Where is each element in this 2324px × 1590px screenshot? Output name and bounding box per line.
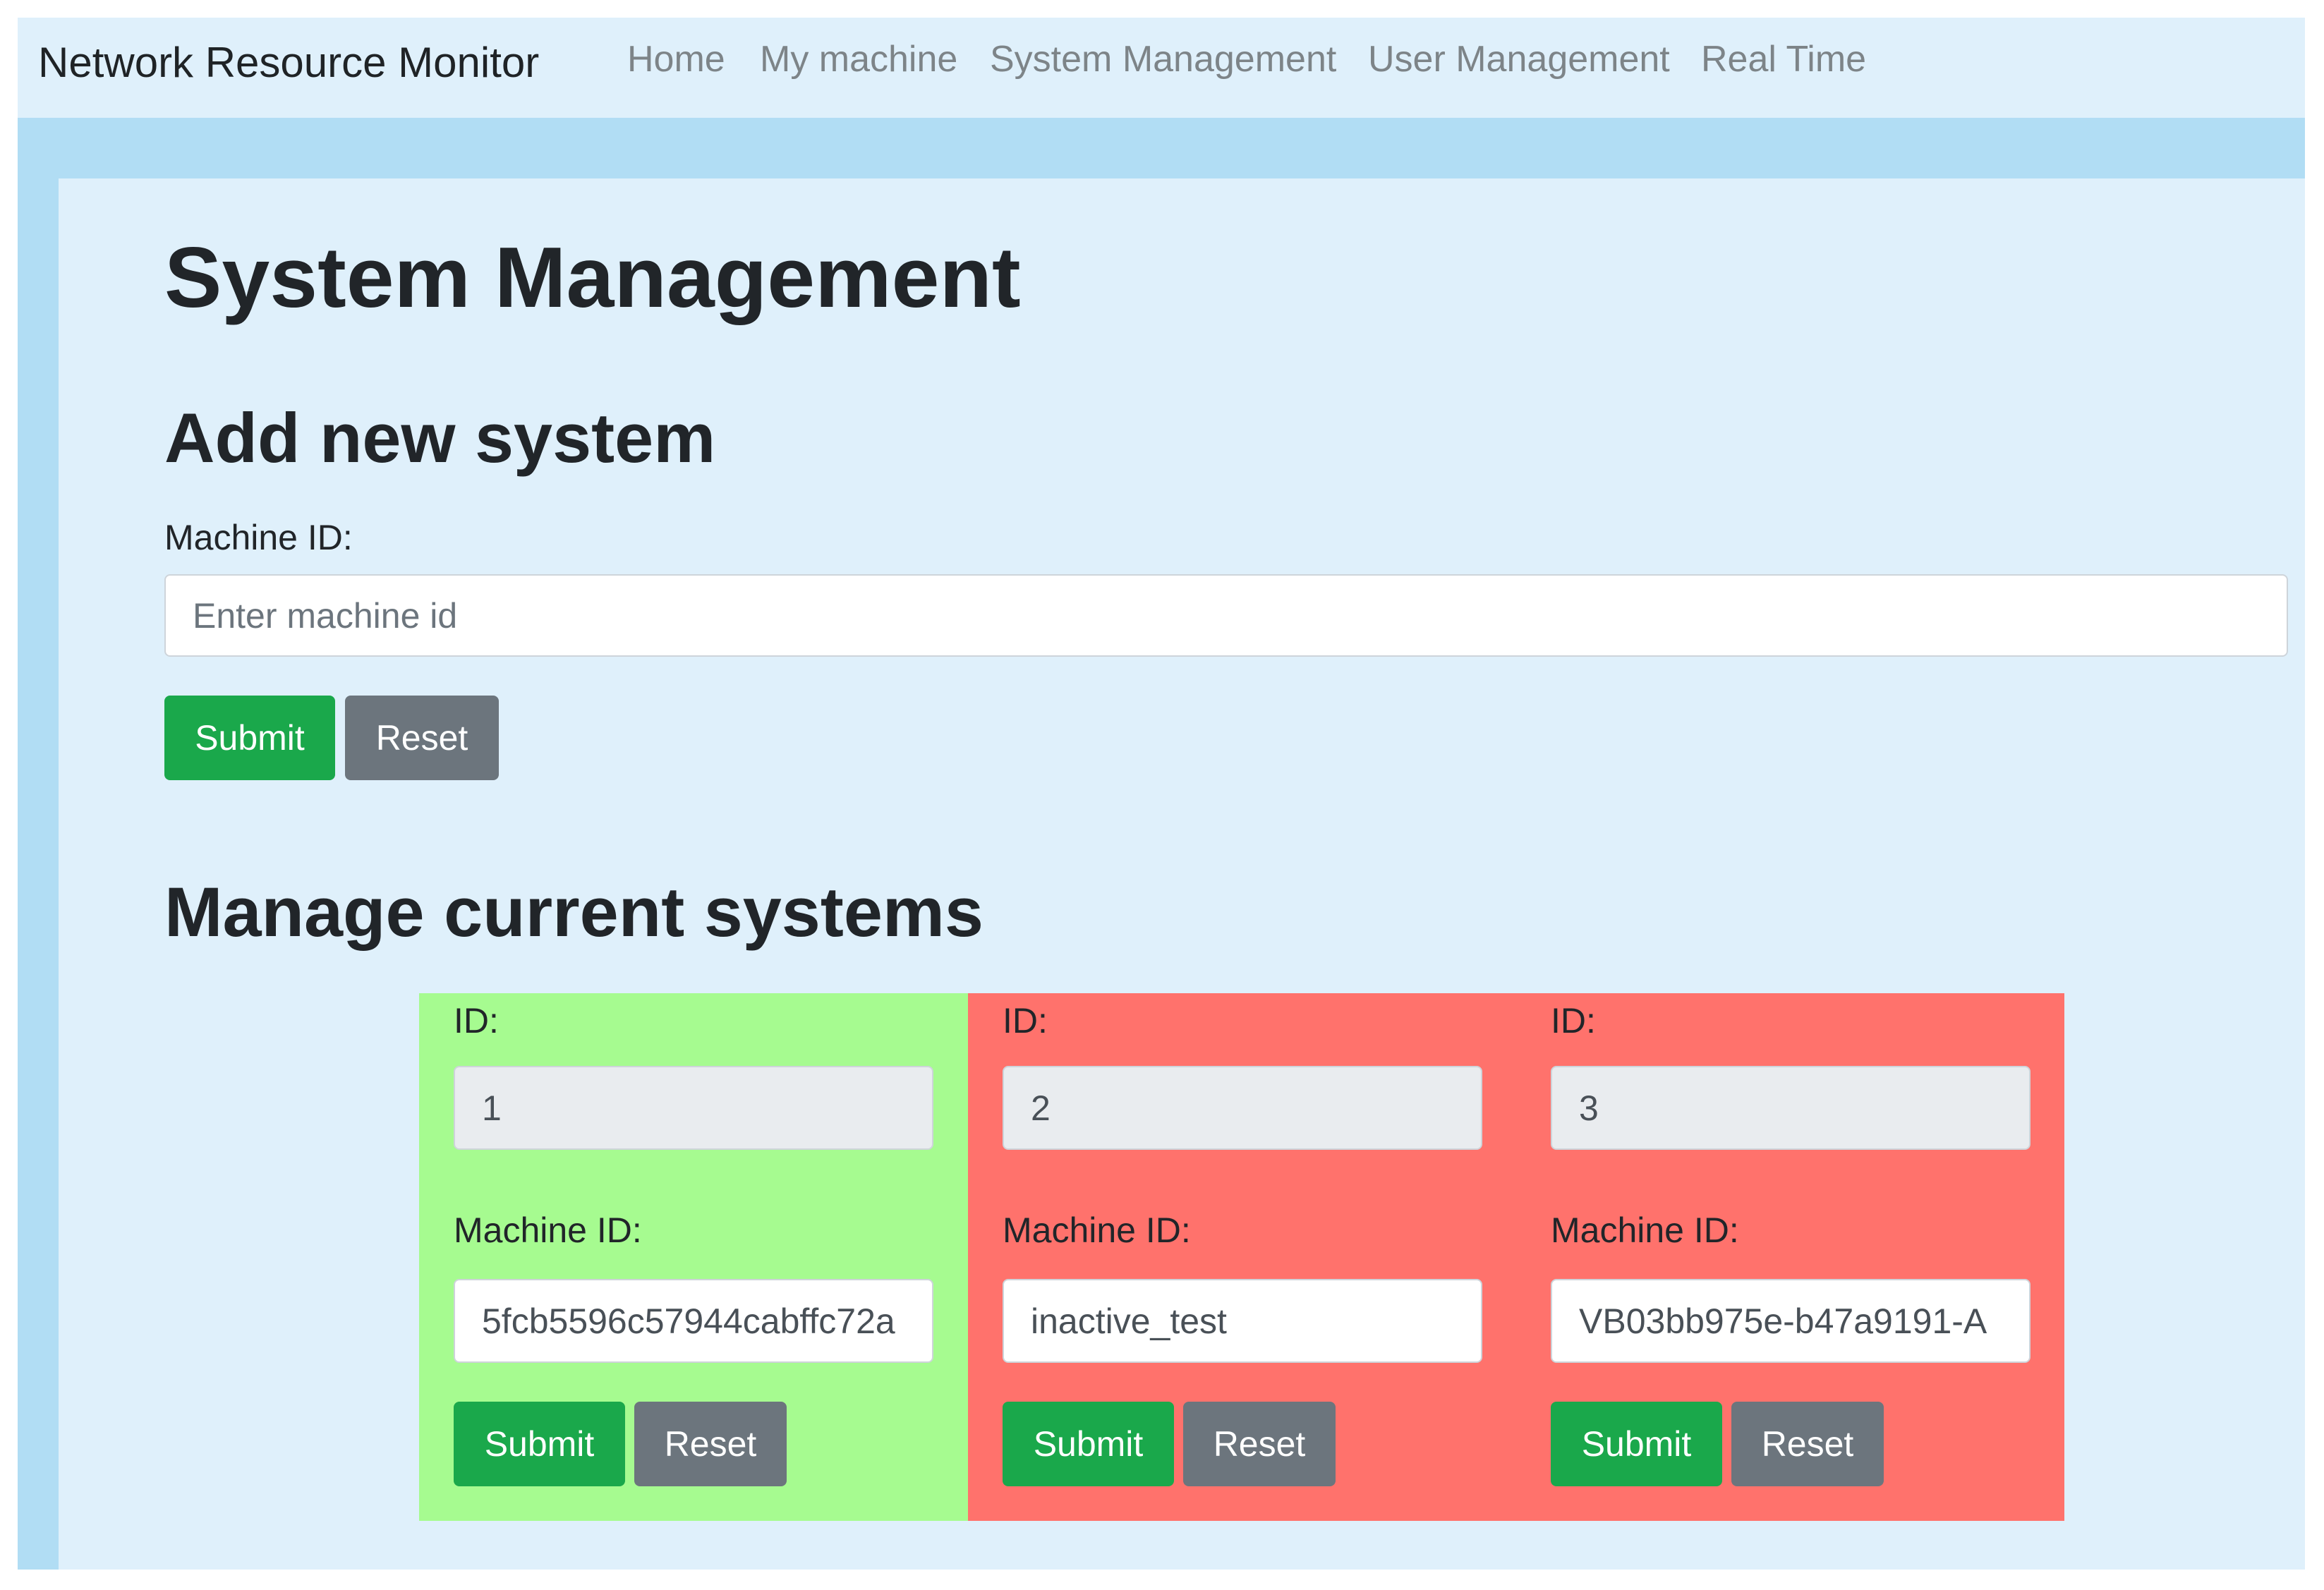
nav-link-user-management[interactable]: User Management <box>1368 38 1670 80</box>
nav-link-system-management[interactable]: System Management <box>990 38 1336 80</box>
navbar: Network Resource Monitor Home My machine… <box>18 18 2305 118</box>
system-machine-id-input[interactable] <box>1003 1279 1482 1363</box>
system-machine-id-label: Machine ID: <box>1551 1210 1739 1250</box>
system-machine-id-input[interactable] <box>1551 1279 2031 1363</box>
system-reset-button[interactable]: Reset <box>634 1402 787 1486</box>
system-machine-id-label: Machine ID: <box>454 1210 642 1250</box>
system-reset-button[interactable]: Reset <box>1183 1402 1336 1486</box>
app-frame: Network Resource Monitor Home My machine… <box>18 18 2305 1570</box>
system-machine-id-input[interactable] <box>454 1279 933 1363</box>
system-card: ID: Machine ID: Submit Reset <box>968 993 1516 1521</box>
nav-link-real-time[interactable]: Real Time <box>1701 38 1866 80</box>
system-machine-id-label: Machine ID: <box>1003 1210 1191 1250</box>
system-reset-button[interactable]: Reset <box>1731 1402 1884 1486</box>
system-id-label: ID: <box>1003 1001 1048 1040</box>
manage-systems-heading: Manage current systems <box>164 873 984 951</box>
nav-link-home[interactable]: Home <box>627 38 725 80</box>
page-title: System Management <box>164 229 1021 325</box>
system-id-field[interactable] <box>1003 1066 1482 1150</box>
system-id-label: ID: <box>454 1001 499 1040</box>
add-system-reset-button[interactable]: Reset <box>345 696 499 780</box>
system-id-field[interactable] <box>454 1066 933 1150</box>
system-card: ID: Machine ID: Submit Reset <box>419 993 968 1521</box>
system-submit-button[interactable]: Submit <box>1003 1402 1174 1486</box>
add-system-submit-button[interactable]: Submit <box>164 696 335 780</box>
system-submit-button[interactable]: Submit <box>1551 1402 1722 1486</box>
machine-id-label: Machine ID: <box>164 518 353 557</box>
systems-row: ID: Machine ID: Submit Reset ID: Machine… <box>419 993 2064 1521</box>
navbar-brand[interactable]: Network Resource Monitor <box>38 38 539 87</box>
main-content: System Management Add new system Machine… <box>59 178 2305 1570</box>
system-submit-button[interactable]: Submit <box>454 1402 625 1486</box>
nav-link-my-machine[interactable]: My machine <box>760 38 957 80</box>
add-system-heading: Add new system <box>164 399 716 477</box>
system-card: ID: Machine ID: Submit Reset <box>1516 993 2064 1521</box>
machine-id-input[interactable] <box>164 574 2288 657</box>
system-id-label: ID: <box>1551 1001 1596 1040</box>
system-id-field[interactable] <box>1551 1066 2031 1150</box>
